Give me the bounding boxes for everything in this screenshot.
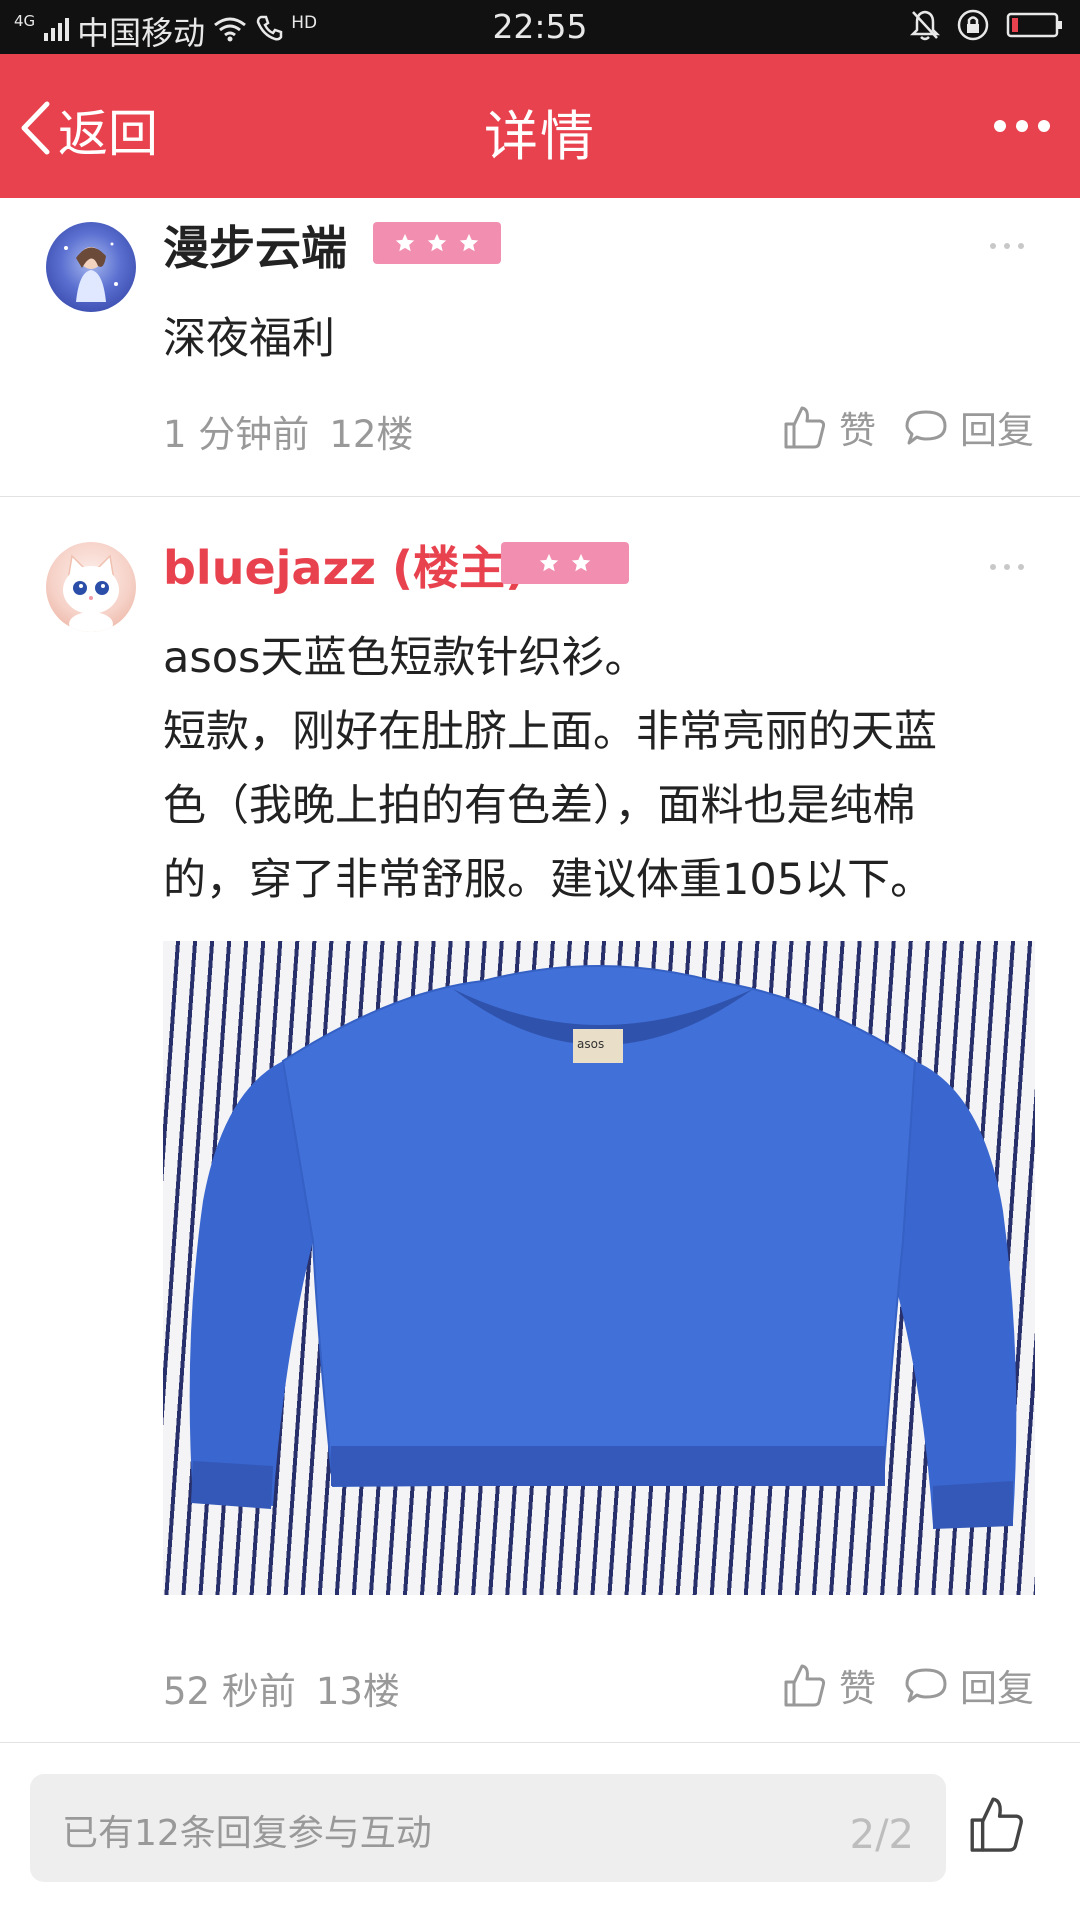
thumbs-up-icon — [783, 404, 839, 450]
star-icon — [427, 233, 447, 252]
level-badge — [501, 542, 629, 584]
post-actions: 赞 回复 — [783, 1658, 1034, 1712]
speech-bubble-icon — [904, 1665, 960, 1705]
like-label: 赞 — [839, 1667, 876, 1710]
like-button[interactable]: 赞 — [783, 1658, 876, 1712]
post-text-line: 短款，刚好在肚脐上面。非常亮丽的天蓝 — [163, 707, 937, 757]
username[interactable]: 漫步云端 — [163, 212, 347, 278]
like-label: 赞 — [839, 409, 876, 452]
post-text-line: 色（我晚上拍的有色差），面料也是纯棉 — [163, 781, 916, 831]
star-icon — [539, 553, 559, 572]
top-nav-bar: 返回 详情 — [0, 54, 1080, 198]
mute-bell-icon — [909, 9, 941, 45]
bottom-bar: 已有12条回复参与互动 2/2 — [0, 1744, 1080, 1920]
post-meta: 1 分钟前 12楼 — [163, 404, 413, 458]
post-text: 深夜福利 — [163, 314, 335, 364]
page-title: 详情 — [484, 105, 596, 168]
star-icon — [395, 233, 415, 252]
star-icon — [459, 233, 479, 252]
speech-bubble-icon — [904, 407, 960, 447]
post-actions: 赞 回复 — [783, 400, 1034, 454]
post-menu-icon[interactable] — [990, 564, 1024, 570]
post-photo[interactable]: asos — [163, 941, 1035, 1595]
post-time: 1 分钟前 — [163, 413, 310, 456]
page-indicator: 2/2 — [849, 1812, 914, 1858]
star-icon — [571, 553, 591, 572]
bottom-like-button[interactable] — [968, 1794, 1026, 1858]
post-text-line: 的，穿了非常舒服。建议体重105以下。 — [163, 855, 934, 905]
post-text: asos天蓝色短款针织衫。 短款，刚好在肚脐上面。非常亮丽的天蓝 色（我晚上拍的… — [163, 621, 1043, 917]
reply-label: 回复 — [960, 409, 1034, 452]
floor-number: 13楼 — [315, 1670, 400, 1713]
reply-placeholder: 已有12条回复参与互动 — [62, 1813, 432, 1854]
battery-icon — [1006, 11, 1064, 43]
username-owner[interactable]: bluejazz (楼主) — [163, 532, 526, 598]
reply-label: 回复 — [960, 1667, 1034, 1710]
like-button[interactable]: 赞 — [783, 400, 876, 454]
thumbs-up-icon — [968, 1797, 1026, 1858]
reply-button[interactable]: 回复 — [904, 1658, 1034, 1712]
divider — [0, 1742, 1080, 1743]
status-bar: 4G 中国移动 HD 22:55 — [0, 0, 1080, 54]
rotation-lock-icon — [956, 8, 990, 46]
avatar[interactable] — [46, 222, 136, 312]
post-menu-icon[interactable] — [990, 243, 1024, 249]
thumbs-up-icon — [783, 1662, 839, 1708]
reply-input[interactable]: 已有12条回复参与互动 2/2 — [30, 1774, 946, 1882]
level-badge — [373, 222, 501, 264]
garment-label: asos — [577, 1037, 605, 1051]
more-options-icon[interactable] — [994, 120, 1050, 132]
reply-button[interactable]: 回复 — [904, 400, 1034, 454]
reply-post: 漫步云端 深夜福利 1 分钟前 12楼 赞 回复 — [0, 198, 1080, 496]
post-meta: 52 秒前 13楼 — [163, 1661, 400, 1715]
post-time: 52 秒前 — [163, 1670, 296, 1713]
floor-number: 12楼 — [329, 413, 414, 456]
avatar[interactable] — [46, 542, 136, 632]
post-text-line: asos天蓝色短款针织衫。 — [163, 633, 648, 683]
